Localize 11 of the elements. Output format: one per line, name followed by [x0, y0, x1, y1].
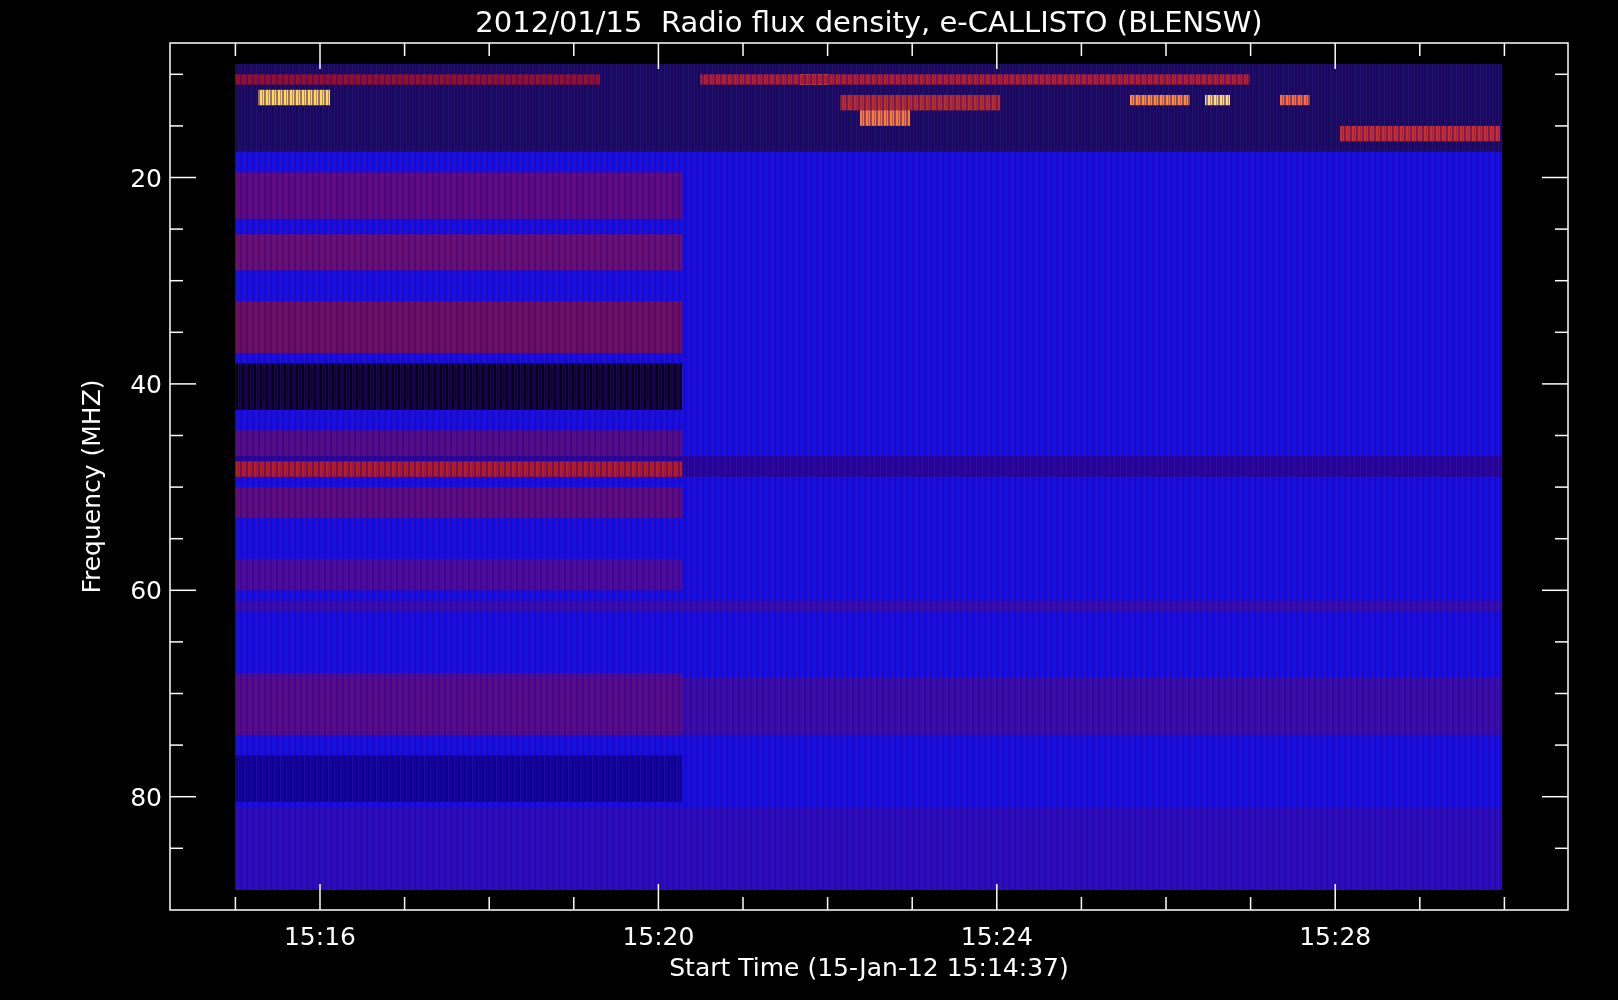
y-axis-label: Frequency (MHZ) [77, 379, 106, 594]
chart-title: 2012/01/15 Radio flux density, e-CALLISTO (BLENSW) [475, 5, 1263, 39]
y-tick-label: 80 [130, 782, 162, 812]
y-tick-label: 60 [130, 576, 162, 606]
x-tick-label: 15:16 [284, 922, 356, 951]
x-tick-label: 15:24 [960, 922, 1033, 951]
x-axis-label: Start Time (15-Jan-12 15:14:37) [669, 953, 1069, 982]
x-tick-label: 15:20 [622, 922, 695, 951]
y-tick-label: 40 [130, 369, 162, 399]
y-tick-label: 20 [130, 163, 162, 193]
x-tick-label: 15:28 [1299, 922, 1372, 951]
